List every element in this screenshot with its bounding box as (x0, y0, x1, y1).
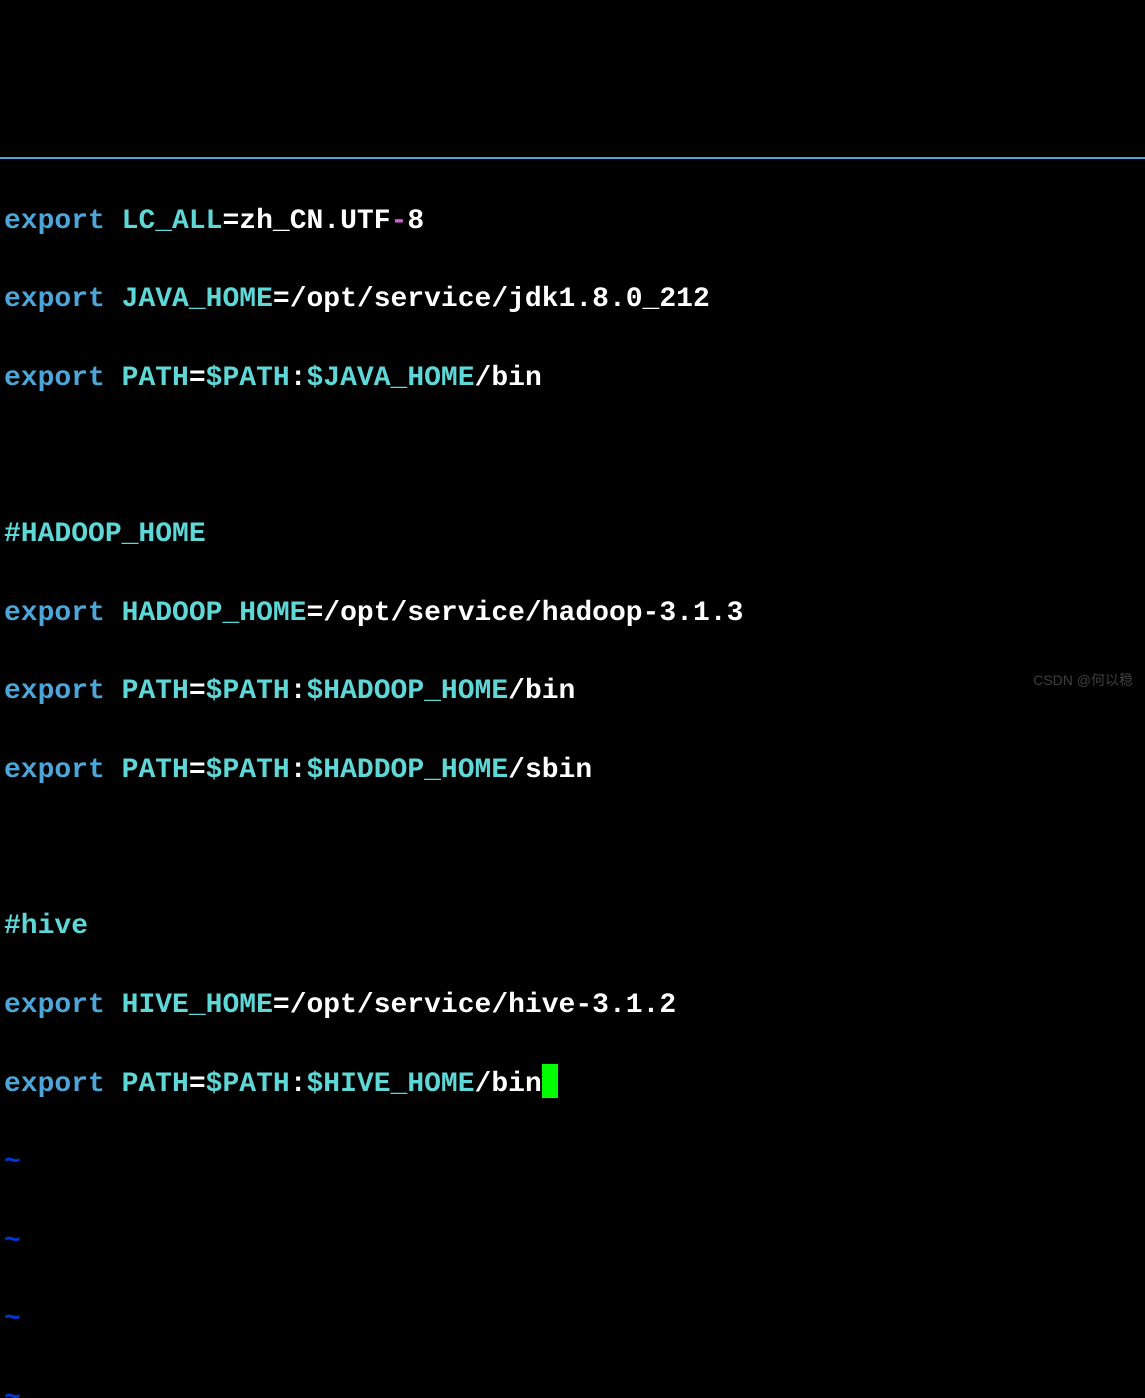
code-line: export HADOOP_HOME=/opt/service/hadoop-3… (4, 594, 1141, 633)
equals: = (306, 598, 323, 629)
comment-line: #hive (4, 907, 1141, 946)
var-ref-path: $PATH (206, 755, 290, 786)
equals: = (189, 1069, 206, 1100)
empty-line-tilde: ~ (4, 1379, 1141, 1398)
comment-line: #HADOOP_HOME (4, 515, 1141, 554)
keyword-export: export (4, 1069, 105, 1100)
path-suffix: /bin (475, 363, 542, 394)
minus: - (391, 206, 408, 237)
empty-line-tilde: ~ (4, 1300, 1141, 1339)
colon: : (290, 1069, 307, 1100)
watermark: CSDN @何以稳 (1033, 671, 1133, 691)
var-ref-hadoop-home: $HADOOP_HOME (307, 676, 509, 707)
var-path: PATH (122, 676, 189, 707)
path-suffix: /bin (475, 1069, 542, 1100)
tilde-icon: ~ (4, 1226, 21, 1257)
equals: = (189, 676, 206, 707)
code-line: export PATH=$PATH:$HADOOP_HOME/bin (4, 672, 1141, 711)
equals: = (222, 206, 239, 237)
code-line: export PATH=$PATH:$HIVE_HOME/bin (4, 1064, 1141, 1104)
var-path: PATH (122, 755, 189, 786)
var-java-home: JAVA_HOME (122, 284, 273, 315)
tilde-icon: ~ (4, 1383, 21, 1398)
comment: #HADOOP_HOME (4, 519, 206, 550)
tilde-icon: ~ (4, 1304, 21, 1335)
code-line: export PATH=$PATH:$JAVA_HOME/bin (4, 359, 1141, 398)
value: /opt/service/hive-3.1.2 (290, 990, 676, 1021)
equals: = (273, 990, 290, 1021)
cursor (542, 1064, 558, 1098)
var-lc-all: LC_ALL (122, 206, 223, 237)
var-hadoop-home: HADOOP_HOME (122, 598, 307, 629)
empty-line-tilde: ~ (4, 1222, 1141, 1261)
empty-line-tilde: ~ (4, 1143, 1141, 1182)
path-suffix: /bin (508, 676, 575, 707)
blank-line (4, 437, 1141, 476)
var-path: PATH (122, 363, 189, 394)
value: /opt/service/hadoop-3.1.3 (323, 598, 743, 629)
value: 8 (407, 206, 424, 237)
var-hive-home: HIVE_HOME (122, 990, 273, 1021)
keyword-export: export (4, 284, 105, 315)
keyword-export: export (4, 755, 105, 786)
colon: : (290, 755, 307, 786)
comment: #hive (4, 911, 88, 942)
code-line: export PATH=$PATH:$HADDOP_HOME/sbin (4, 751, 1141, 790)
tilde-icon: ~ (4, 1147, 21, 1178)
var-ref-java-home: $JAVA_HOME (307, 363, 475, 394)
keyword-export: export (4, 598, 105, 629)
value: zh_CN.UTF (239, 206, 390, 237)
keyword-export: export (4, 676, 105, 707)
code-line: export HIVE_HOME=/opt/service/hive-3.1.2 (4, 986, 1141, 1025)
keyword-export: export (4, 990, 105, 1021)
blank-line (4, 829, 1141, 868)
code-line: export JAVA_HOME=/opt/service/jdk1.8.0_2… (4, 280, 1141, 319)
var-ref-path: $PATH (206, 363, 290, 394)
var-ref-path: $PATH (206, 676, 290, 707)
colon: : (290, 676, 307, 707)
path-suffix: /sbin (508, 755, 592, 786)
keyword-export: export (4, 206, 105, 237)
colon: : (290, 363, 307, 394)
var-ref-path: $PATH (206, 1069, 290, 1100)
value: /opt/service/jdk1.8.0_212 (290, 284, 710, 315)
var-path: PATH (122, 1069, 189, 1100)
equals: = (189, 363, 206, 394)
var-ref-hive-home: $HIVE_HOME (307, 1069, 475, 1100)
equals: = (273, 284, 290, 315)
code-line: export LC_ALL=zh_CN.UTF-8 (4, 202, 1141, 241)
terminal-editor[interactable]: export LC_ALL=zh_CN.UTF-8 export JAVA_HO… (0, 157, 1145, 1398)
keyword-export: export (4, 363, 105, 394)
equals: = (189, 755, 206, 786)
var-ref-haddop-home: $HADDOP_HOME (307, 755, 509, 786)
